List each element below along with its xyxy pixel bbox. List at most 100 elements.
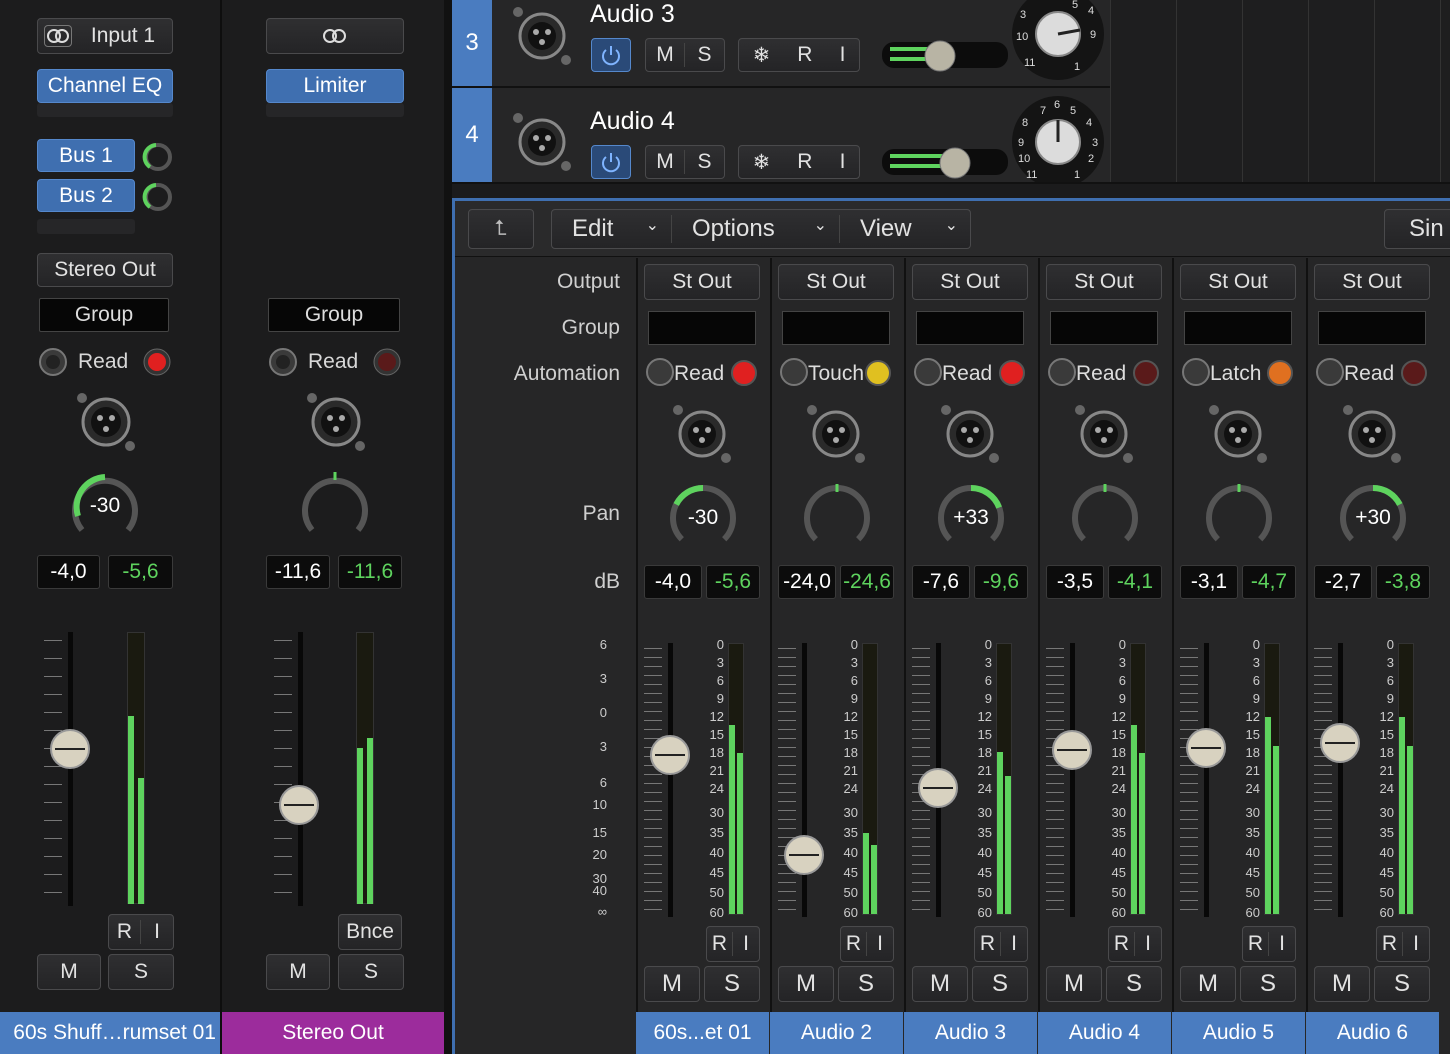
record-button[interactable]: R [797, 150, 812, 174]
plugin-channel-eq[interactable]: Channel EQ [37, 69, 173, 103]
solo-button[interactable]: S [1374, 966, 1430, 1002]
r-button[interactable]: R [1109, 932, 1135, 956]
group-slot[interactable]: Group [39, 298, 169, 332]
peak-value[interactable]: -3,5 [1046, 565, 1104, 599]
input-jack-icon[interactable] [1206, 402, 1270, 466]
channel-name[interactable]: Audio 5 [1172, 1012, 1305, 1054]
i-button[interactable]: I [1001, 932, 1027, 956]
plugin-limiter[interactable]: Limiter [266, 69, 404, 103]
send-slot-empty[interactable] [37, 219, 135, 234]
automation-mode-icon[interactable] [38, 347, 68, 377]
edit-menu[interactable]: Edit ⌄ [552, 215, 672, 243]
automation-mode-icon[interactable] [914, 358, 942, 386]
fader-knob-icon[interactable] [649, 734, 691, 776]
mute-button[interactable]: M [266, 954, 330, 990]
track-on-button[interactable] [591, 38, 631, 72]
i-button[interactable]: I [867, 932, 893, 956]
pan-dial-icon[interactable]: 7 6 58 49 310 211 1 [1010, 96, 1106, 182]
send-bus-1[interactable]: Bus 1 [37, 139, 135, 172]
track-name[interactable]: Audio 4 [590, 107, 675, 136]
automation-label[interactable]: Read [78, 350, 128, 374]
input-jack-icon[interactable] [74, 390, 138, 454]
pan-knob-icon[interactable] [800, 481, 874, 555]
input-monitor-button[interactable]: I [840, 150, 846, 174]
group-slot[interactable]: Group [268, 298, 400, 332]
automation-label[interactable]: Read [674, 362, 724, 386]
fader-knob-icon[interactable] [278, 784, 320, 826]
output-button[interactable]: St Out [1314, 264, 1430, 300]
automation-mode-icon[interactable] [1316, 358, 1344, 386]
fader-knob-icon[interactable] [917, 767, 959, 809]
group-slot[interactable] [1318, 311, 1426, 345]
view-menu[interactable]: View ⌄ [840, 215, 970, 243]
channel-name[interactable]: Audio 3 [904, 1012, 1037, 1054]
automation-mode-icon[interactable] [1048, 358, 1076, 386]
channel-name[interactable]: 60s Shuff…rumset 01 [0, 1012, 220, 1054]
i-button[interactable]: I [1269, 932, 1295, 956]
input-monitor-button[interactable]: I [840, 43, 846, 67]
solo-button[interactable]: S [972, 966, 1028, 1002]
mute-button[interactable]: M [1046, 966, 1102, 1002]
r-button[interactable]: R [707, 932, 733, 956]
solo-button[interactable]: S [108, 954, 174, 990]
r-button[interactable]: R [109, 920, 141, 944]
i-button[interactable]: I [1135, 932, 1161, 956]
group-slot[interactable] [648, 311, 756, 345]
automation-mode-icon[interactable] [780, 358, 808, 386]
peak-value[interactable]: -2,7 [1314, 565, 1372, 599]
fader-knob-icon[interactable] [1185, 727, 1227, 769]
fader-track[interactable] [1338, 643, 1343, 917]
send-bus-2[interactable]: Bus 2 [37, 179, 135, 212]
mute-button[interactable]: M [644, 966, 700, 1002]
volume-knob-icon[interactable] [922, 38, 958, 74]
track-number[interactable]: 4 [452, 88, 492, 182]
group-slot[interactable] [1184, 311, 1292, 345]
channel-name[interactable]: Stereo Out [222, 1012, 444, 1054]
solo-button[interactable]: S [338, 954, 404, 990]
record-button[interactable]: R [797, 43, 812, 67]
mute-button[interactable]: M [778, 966, 834, 1002]
send-level-knob-icon[interactable] [142, 141, 174, 173]
input-jack-icon[interactable] [1072, 402, 1136, 466]
pan-knob-icon[interactable] [1068, 481, 1142, 555]
mute-button[interactable]: M [912, 966, 968, 1002]
input-button[interactable]: Input 1 [37, 18, 173, 54]
channel-name[interactable]: Audio 6 [1306, 1012, 1439, 1054]
peak-value[interactable]: -4,0 [644, 565, 702, 599]
automation-label[interactable]: Touch [808, 362, 864, 386]
input-jack-icon[interactable] [670, 402, 734, 466]
r-button[interactable]: R [841, 932, 867, 956]
input-jack-icon[interactable] [304, 390, 368, 454]
mute-button[interactable]: M [646, 43, 685, 67]
fader-track[interactable] [668, 643, 673, 917]
automation-label[interactable]: Read [308, 350, 358, 374]
r-button[interactable]: R [1377, 932, 1403, 956]
plugin-slot-empty[interactable] [37, 103, 173, 117]
pan-knob-icon[interactable] [1202, 481, 1276, 555]
freeze-icon[interactable]: ❄ [753, 150, 771, 175]
group-slot[interactable] [782, 311, 890, 345]
mute-button[interactable]: M [646, 150, 685, 174]
peak-value[interactable]: -7,6 [912, 565, 970, 599]
peak-value[interactable]: -3,1 [1180, 565, 1238, 599]
freeze-icon[interactable]: ❄ [753, 43, 771, 68]
input-jack-icon[interactable] [510, 4, 574, 68]
output-button[interactable]: Stereo Out [37, 253, 173, 287]
solo-button[interactable]: S [704, 966, 760, 1002]
options-menu[interactable]: Options ⌄ [672, 215, 840, 243]
solo-button[interactable]: S [1106, 966, 1162, 1002]
pan-knob-icon[interactable] [298, 470, 372, 544]
fader-knob-icon[interactable] [783, 834, 825, 876]
solo-button[interactable]: S [685, 150, 724, 174]
peak-value[interactable]: -11,6 [266, 555, 330, 589]
read-input-buttons[interactable]: RI [108, 914, 174, 950]
mute-button[interactable]: M [37, 954, 101, 990]
solo-button[interactable]: S [685, 43, 724, 67]
channel-name[interactable]: Audio 2 [770, 1012, 903, 1054]
r-button[interactable]: R [1243, 932, 1269, 956]
automation-label[interactable]: Read [1344, 362, 1394, 386]
fader-knob-icon[interactable] [1319, 722, 1361, 764]
solo-button[interactable]: S [838, 966, 894, 1002]
mute-button[interactable]: M [1314, 966, 1370, 1002]
fader-track[interactable] [1204, 643, 1209, 917]
